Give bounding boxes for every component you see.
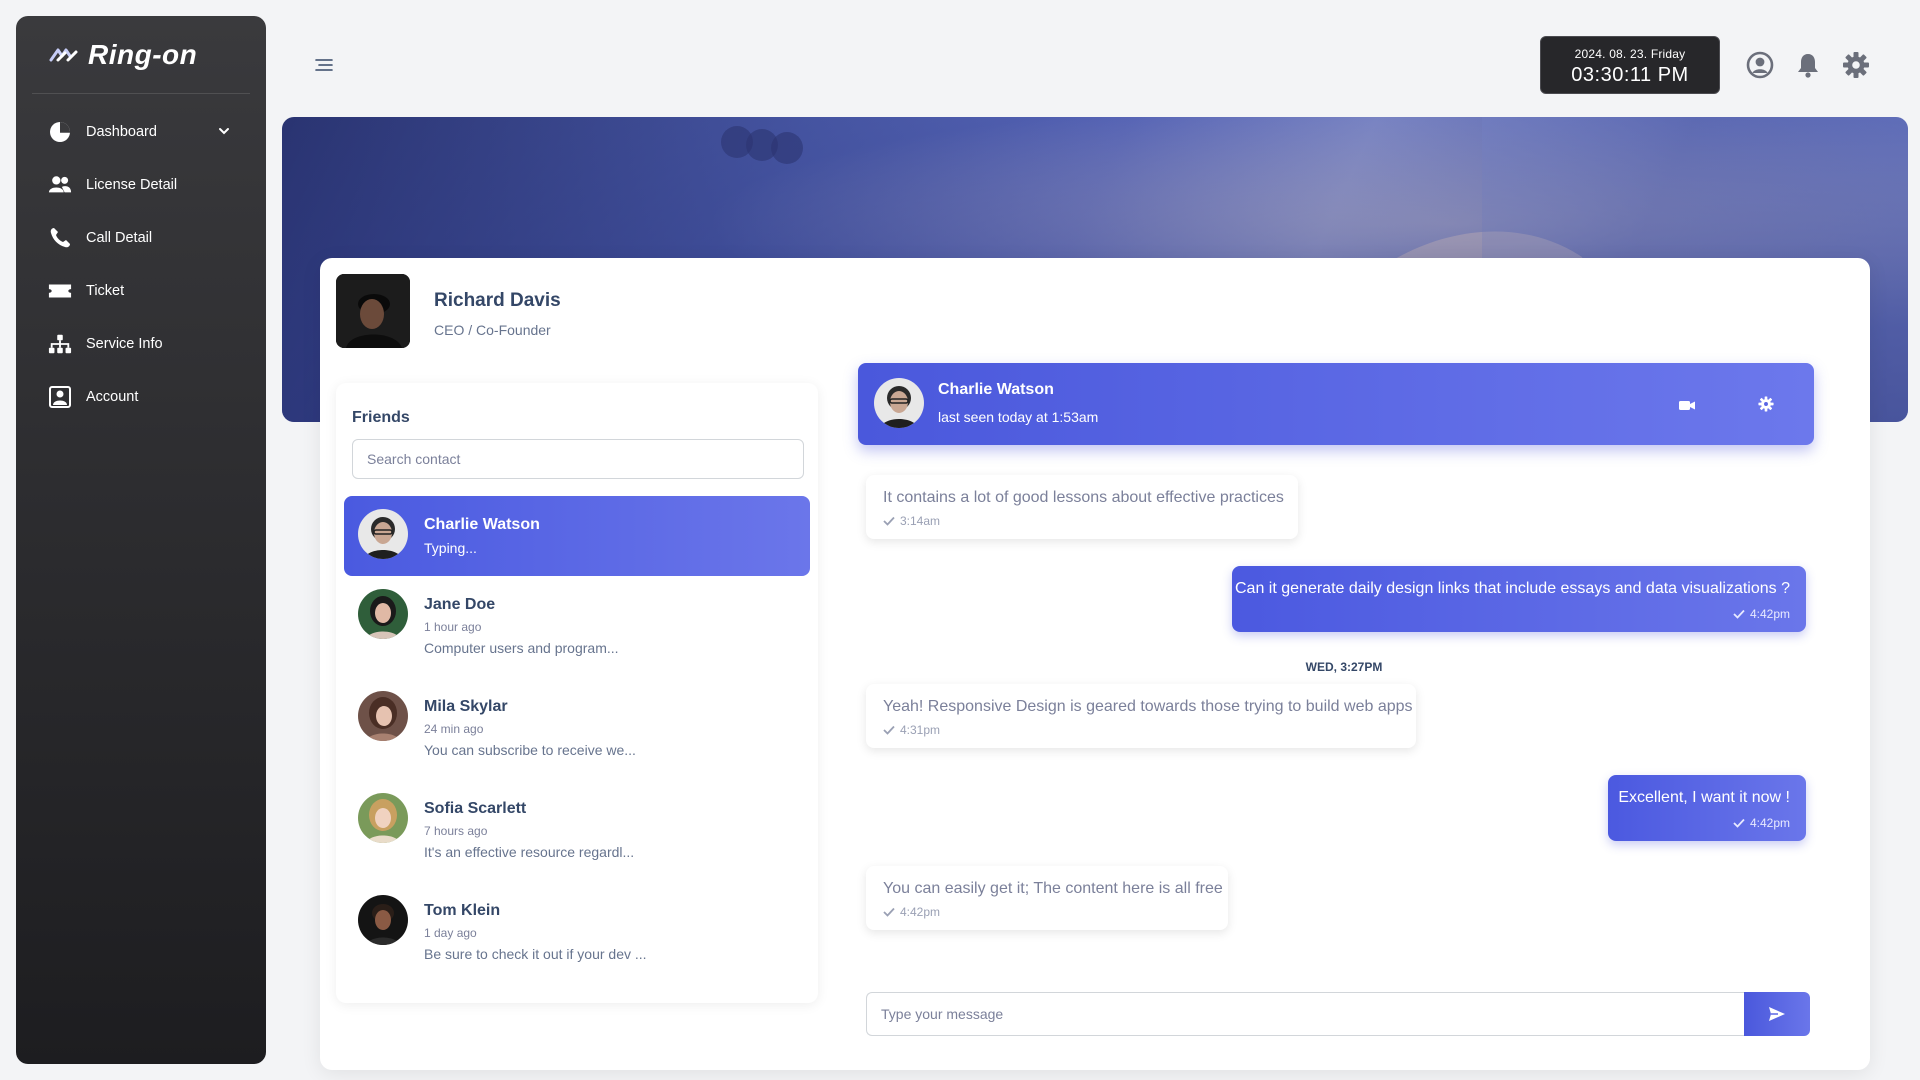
chevron-down-icon[interactable] bbox=[218, 125, 230, 137]
sidebar: Ring-on Dashboard License Detail Call De… bbox=[16, 16, 266, 1064]
search-contact-input[interactable] bbox=[352, 439, 804, 479]
sidebar-item-label: Ticket bbox=[86, 283, 125, 299]
message-time: 3:14am bbox=[900, 514, 941, 528]
sidebar-item-license-detail[interactable]: License Detail bbox=[32, 163, 250, 207]
contact-time: 1 hour ago bbox=[424, 620, 482, 634]
friends-panel: Friends Charlie Watson Typing... Jane Do… bbox=[336, 383, 818, 1003]
user-circle-icon[interactable] bbox=[1746, 51, 1774, 79]
clock-time: 03:30:11 PM bbox=[1571, 64, 1689, 86]
contact-item-mila-skylar[interactable]: Mila Skylar 24 min ago You can subscribe… bbox=[344, 678, 810, 758]
bell-icon[interactable] bbox=[1794, 51, 1822, 79]
avatar bbox=[358, 895, 408, 945]
check-icon bbox=[883, 725, 895, 735]
clock-date: 2024. 08. 23. Friday bbox=[1574, 47, 1686, 61]
contact-time: 1 day ago bbox=[424, 926, 477, 940]
message-time: 4:42pm bbox=[1749, 816, 1790, 830]
pie-chart-icon bbox=[48, 120, 72, 144]
message-incoming: You can easily get it; The content here … bbox=[866, 866, 1228, 930]
chat-header: Charlie Watson last seen today at 1:53am bbox=[858, 363, 1814, 445]
ring-on-logo-icon bbox=[49, 48, 78, 61]
brand[interactable]: Ring-on bbox=[32, 16, 250, 94]
message-meta: 4:31pm bbox=[883, 723, 940, 737]
message-time: 4:42pm bbox=[1749, 607, 1790, 621]
chat-panel: Charlie Watson last seen today at 1:53am bbox=[842, 363, 1846, 1053]
chat-header-avatar bbox=[874, 378, 924, 428]
contact-name: Sofia Scarlett bbox=[424, 800, 527, 817]
profile-role: CEO / Co-Founder bbox=[434, 322, 551, 338]
message-outgoing: Can it generate daily design links that … bbox=[1232, 566, 1806, 632]
settings-gear-icon[interactable] bbox=[1842, 51, 1870, 79]
sidebar-item-ticket[interactable]: Ticket bbox=[32, 269, 250, 313]
users-icon bbox=[48, 173, 72, 197]
avatar bbox=[358, 509, 408, 559]
message-text: Can it generate daily design links that … bbox=[1235, 580, 1790, 597]
chat-last-seen: last seen today at 1:53am bbox=[938, 409, 1099, 425]
day-separator: WED, 3:27PM bbox=[1305, 660, 1383, 674]
friends-title: Friends bbox=[352, 409, 410, 426]
contact-name: Mila Skylar bbox=[424, 698, 508, 715]
contact-name: Jane Doe bbox=[424, 596, 496, 613]
contact-preview: It's an effective resource regardl... bbox=[424, 844, 635, 860]
message-input[interactable] bbox=[866, 992, 1744, 1036]
contact-status: Typing... bbox=[424, 540, 477, 556]
datetime-display: 2024. 08. 23. Friday 03:30:11 PM bbox=[1540, 36, 1720, 94]
message-text: You can easily get it; The content here … bbox=[883, 880, 1223, 897]
sidebar-item-label: Call Detail bbox=[86, 230, 153, 246]
contact-name: Charlie Watson bbox=[424, 516, 540, 533]
message-meta: 4:42pm bbox=[1733, 816, 1790, 830]
sidebar-item-label: License Detail bbox=[86, 177, 178, 193]
avatar bbox=[358, 793, 408, 843]
check-icon bbox=[1733, 609, 1745, 619]
sidebar-nav: Dashboard License Detail Call Detail Tic… bbox=[32, 110, 250, 419]
video-camera-icon[interactable] bbox=[1678, 397, 1696, 413]
contact-item-jane-doe[interactable]: Jane Doe 1 hour ago Computer users and p… bbox=[344, 576, 810, 656]
avatar bbox=[358, 691, 408, 741]
send-icon bbox=[1769, 1007, 1785, 1021]
message-text: It contains a lot of good lessons about … bbox=[883, 489, 1284, 506]
sidebar-item-label: Dashboard bbox=[86, 124, 157, 140]
profile-card: Richard Davis CEO / Co-Founder Friends C… bbox=[320, 258, 1870, 1070]
menu-toggle-icon[interactable] bbox=[314, 57, 334, 73]
sidebar-item-label: Account bbox=[86, 389, 139, 405]
contact-item-charlie-watson[interactable]: Charlie Watson Typing... bbox=[344, 496, 810, 576]
check-icon bbox=[883, 516, 895, 526]
message-text: Yeah! Responsive Design is geared toward… bbox=[883, 698, 1413, 715]
contact-preview: Computer users and program... bbox=[424, 640, 619, 656]
avatar bbox=[358, 589, 408, 639]
phone-icon bbox=[48, 226, 72, 250]
send-button[interactable] bbox=[1744, 992, 1810, 1036]
check-icon bbox=[1733, 818, 1745, 828]
contact-preview: Be sure to check it out if your dev ... bbox=[424, 946, 647, 962]
sitemap-icon bbox=[48, 332, 72, 356]
check-icon bbox=[883, 907, 895, 917]
message-meta: 3:14am bbox=[883, 514, 940, 528]
sidebar-item-account[interactable]: Account bbox=[32, 375, 250, 419]
brand-name: Ring-on bbox=[88, 38, 198, 70]
message-outgoing: Excellent, I want it now ! 4:42pm bbox=[1608, 775, 1806, 841]
chat-settings-icon[interactable] bbox=[1757, 396, 1775, 412]
contact-preview: You can subscribe to receive we... bbox=[424, 742, 636, 758]
message-text: Excellent, I want it now ! bbox=[1618, 789, 1790, 806]
sidebar-item-call-detail[interactable]: Call Detail bbox=[32, 216, 250, 260]
message-incoming: It contains a lot of good lessons about … bbox=[866, 475, 1298, 539]
message-time: 4:31pm bbox=[900, 723, 941, 737]
message-meta: 4:42pm bbox=[883, 905, 940, 919]
message-time: 4:42pm bbox=[900, 905, 941, 919]
sidebar-item-dashboard[interactable]: Dashboard bbox=[32, 110, 250, 154]
contact-item-sofia-scarlett[interactable]: Sofia Scarlett 7 hours ago It's an effec… bbox=[344, 780, 810, 860]
profile-avatar bbox=[336, 274, 410, 348]
ticket-icon bbox=[48, 279, 72, 303]
profile-name: Richard Davis bbox=[434, 290, 561, 311]
message-meta: 4:42pm bbox=[1733, 607, 1790, 621]
message-incoming: Yeah! Responsive Design is geared toward… bbox=[866, 684, 1416, 748]
contact-time: 24 min ago bbox=[424, 722, 484, 736]
contact-item-tom-klein[interactable]: Tom Klein 1 day ago Be sure to check it … bbox=[344, 882, 810, 962]
sidebar-item-service-info[interactable]: Service Info bbox=[32, 322, 250, 366]
contact-time: 7 hours ago bbox=[424, 824, 488, 838]
chat-contact-name: Charlie Watson bbox=[938, 381, 1054, 398]
contact-name: Tom Klein bbox=[424, 902, 501, 919]
account-box-icon bbox=[48, 385, 72, 409]
sidebar-item-label: Service Info bbox=[86, 336, 163, 352]
